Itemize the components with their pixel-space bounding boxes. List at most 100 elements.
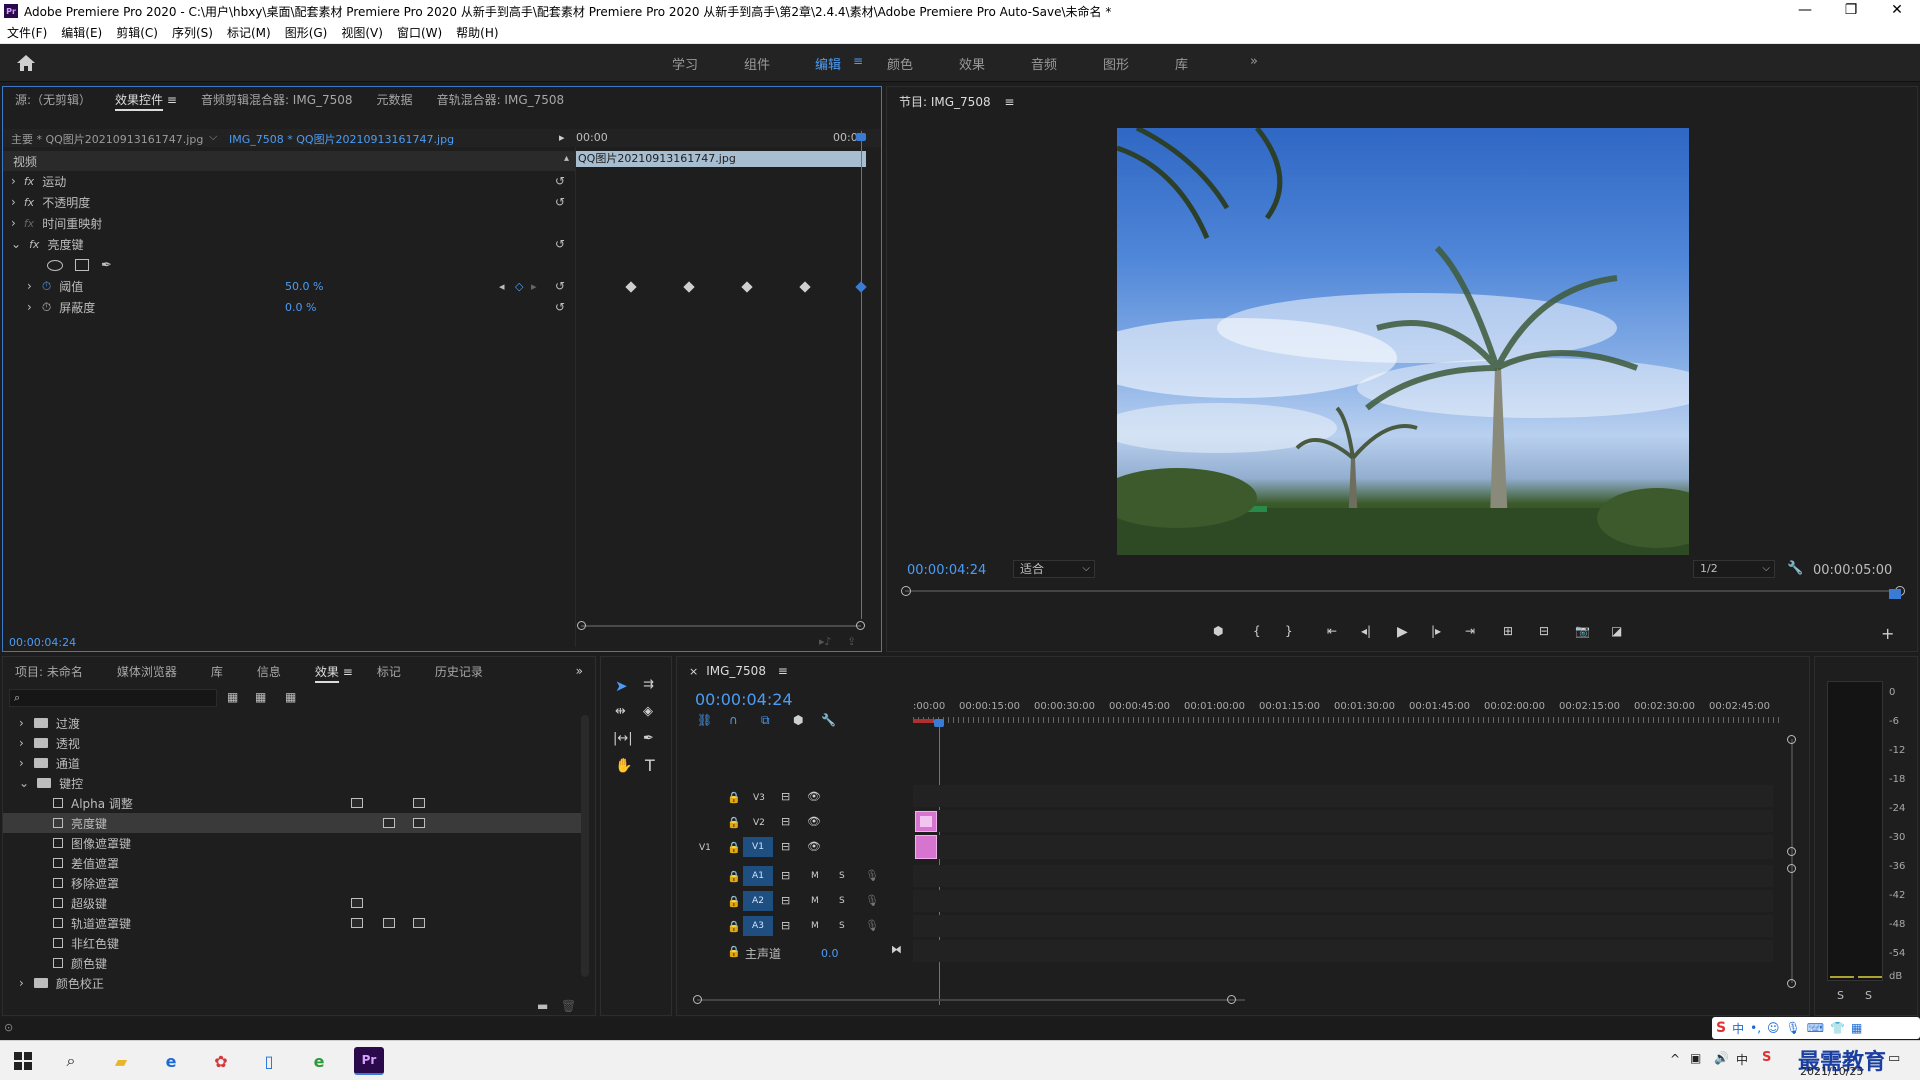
ripple-edit-tool-icon[interactable]: ⇹ xyxy=(615,704,626,719)
workspace-color[interactable]: 颜色 xyxy=(887,54,913,73)
yuv-effects-icon[interactable]: ▦ xyxy=(285,690,296,704)
keyframe-1[interactable] xyxy=(625,281,637,293)
delete-icon[interactable]: 🗑 xyxy=(561,999,576,1013)
play-audio-icon[interactable]: ▸♪ xyxy=(819,635,832,648)
effect-row-opacity[interactable]: › fx 不透明度 ↺ xyxy=(3,192,575,212)
ec-zoom-handle-left[interactable] xyxy=(577,621,586,630)
vscroll-handle[interactable] xyxy=(1787,847,1796,856)
tab-source[interactable]: 源:（无剪辑） xyxy=(3,91,103,108)
chevron-down-icon[interactable]: ⌵ xyxy=(209,130,217,144)
32bit-effects-icon[interactable]: ▦ xyxy=(255,690,266,704)
ec-zoom-handle-right[interactable] xyxy=(856,621,865,630)
mute-button[interactable]: M xyxy=(811,871,819,881)
keyframe-3[interactable] xyxy=(741,281,753,293)
eye-icon[interactable]: 👁 xyxy=(807,815,821,828)
linked-selection-icon[interactable]: ⧉ xyxy=(761,713,770,728)
menu-clip[interactable]: 剪辑(C) xyxy=(109,24,165,41)
hscroll-handle-right[interactable] xyxy=(1227,995,1236,1004)
pen-mask-icon[interactable]: ✒ xyxy=(101,258,112,273)
menu-sequence[interactable]: 序列(S) xyxy=(165,24,220,41)
export-frame-icon[interactable]: ⇪ xyxy=(847,635,856,648)
vscroll-handle[interactable] xyxy=(1787,979,1796,988)
effects-scrollbar[interactable] xyxy=(581,715,589,977)
microphone-icon[interactable]: 🎙 xyxy=(865,894,879,907)
program-timecode[interactable]: 00:00:04:24 xyxy=(907,563,986,578)
ec-timecode[interactable]: 00:00:04:24 xyxy=(9,636,76,649)
panel-menu-icon[interactable]: ≡ xyxy=(1004,95,1014,109)
reset-icon[interactable]: ↺ xyxy=(555,300,565,314)
tabs-overflow-icon[interactable]: » xyxy=(564,664,595,678)
nest-insert-icon[interactable]: ⛓ xyxy=(697,713,712,727)
lock-icon[interactable]: 🔒 xyxy=(727,816,741,829)
extract-icon[interactable]: ⊟ xyxy=(1539,624,1549,638)
notification-icon[interactable]: ▭ xyxy=(1888,1051,1900,1066)
sogou-logo-icon[interactable]: S xyxy=(1716,1020,1726,1036)
reset-icon[interactable]: ↺ xyxy=(555,237,565,251)
tab-effects[interactable]: 效果 ≡ xyxy=(303,663,365,683)
keyboard-icon[interactable]: ⌨ xyxy=(1807,1021,1824,1035)
panel-menu-icon[interactable]: ≡ xyxy=(778,664,788,678)
mark-out-icon[interactable]: } xyxy=(1285,624,1293,638)
reset-icon[interactable]: ↺ xyxy=(555,279,565,293)
play-icon[interactable]: ▶ xyxy=(1397,624,1408,640)
ellipse-mask-icon[interactable] xyxy=(47,259,63,271)
effect-row-time-remap[interactable]: › fx 时间重映射 xyxy=(3,213,575,233)
expand-arrow-icon[interactable]: › xyxy=(19,976,24,990)
play-only-icon[interactable]: ▸ xyxy=(559,131,565,144)
mute-button[interactable]: M xyxy=(811,896,819,906)
sync-lock-icon[interactable]: ⊟ xyxy=(781,840,790,853)
track-target-a3[interactable]: A3 xyxy=(743,916,773,936)
solo-right-button[interactable]: S xyxy=(1865,989,1872,1002)
keyframe-4[interactable] xyxy=(799,281,811,293)
track-lane-v3[interactable] xyxy=(913,785,1773,807)
param-row-choke[interactable]: › ⏱ 屏蔽度 0.0 % ↺ xyxy=(3,297,575,317)
expand-arrow-icon[interactable]: › xyxy=(19,756,24,770)
lift-icon[interactable]: ⊞ xyxy=(1503,624,1513,638)
lock-icon[interactable]: 🔒 xyxy=(727,920,741,933)
track-target-v1[interactable]: V1 xyxy=(743,837,773,857)
accelerated-effects-icon[interactable]: ▦ xyxy=(227,690,238,704)
tree-item-effect[interactable]: 非红色键 xyxy=(3,933,583,953)
step-forward-icon[interactable]: |▸ xyxy=(1431,624,1441,638)
fx-icon[interactable]: fx xyxy=(24,196,34,209)
expand-arrow-icon[interactable]: › xyxy=(19,736,24,750)
collapse-arrow-icon[interactable]: ⌄ xyxy=(19,776,29,790)
param-row-threshold[interactable]: › ⏱ 阈值 50.0 % ◂ ◇ ▸ ↺ xyxy=(3,276,575,296)
keyframe-current[interactable] xyxy=(855,281,867,293)
workspaces-overflow-icon[interactable]: » xyxy=(1250,54,1258,69)
step-back-icon[interactable]: ◂| xyxy=(1361,624,1371,638)
effects-search-box[interactable]: ⌕ xyxy=(9,689,217,707)
track-lane-a3[interactable] xyxy=(913,915,1773,937)
selection-tool-icon[interactable]: ➤ xyxy=(615,677,628,695)
next-keyframe-icon[interactable]: ▸ xyxy=(531,280,537,293)
type-tool-icon[interactable]: T xyxy=(645,756,655,775)
prev-keyframe-icon[interactable]: ◂ xyxy=(499,280,505,293)
tray-chevron-up-icon[interactable]: ^ xyxy=(1670,1052,1680,1066)
ime-mode-icon[interactable]: 中 xyxy=(1736,1051,1748,1068)
effect-row-motion[interactable]: › fx 运动 ↺ xyxy=(3,171,575,191)
fit-dropdown[interactable]: 适合 ⌵ xyxy=(1013,560,1095,578)
timeline-playhead-handle[interactable] xyxy=(934,719,944,727)
panel-menu-icon[interactable]: ≡ xyxy=(343,665,353,679)
tree-item-effect[interactable]: 图像遮罩键 xyxy=(3,833,583,853)
pen-tool-icon[interactable]: ✒ xyxy=(643,731,654,746)
microphone-icon[interactable]: 🎙 xyxy=(865,919,879,932)
track-lane-a1[interactable] xyxy=(913,865,1773,887)
resolution-dropdown[interactable]: 1/2 ⌵ xyxy=(1693,560,1775,578)
menu-file[interactable]: 文件(F) xyxy=(0,24,54,41)
track-target-a2[interactable]: A2 xyxy=(743,891,773,911)
ec-playhead[interactable] xyxy=(861,131,862,619)
track-target-a1[interactable]: A1 xyxy=(743,866,773,886)
lock-icon[interactable]: 🔒 xyxy=(727,791,741,804)
go-to-in-icon[interactable]: ⇤ xyxy=(1327,624,1337,638)
workspace-editing[interactable]: 编辑 xyxy=(815,54,841,73)
ec-clip-bar[interactable]: QQ图片20210913161747.jpg xyxy=(576,151,866,167)
expand-arrow-icon[interactable]: › xyxy=(27,279,32,293)
workspace-menu-icon[interactable]: ≡ xyxy=(853,54,863,68)
program-playhead[interactable] xyxy=(1889,589,1901,599)
fx-icon[interactable]: fx xyxy=(24,175,34,188)
timeline-playhead[interactable] xyxy=(939,723,940,1005)
tab-effect-controls[interactable]: 效果控件 ≡ xyxy=(103,91,189,111)
tab-sequence[interactable]: × IMG_7508 ≡ xyxy=(677,664,800,678)
solo-button[interactable]: S xyxy=(839,921,845,931)
